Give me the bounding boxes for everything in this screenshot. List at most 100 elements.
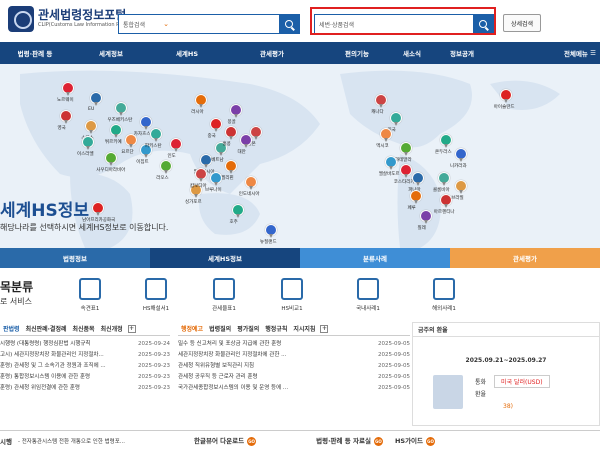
nav-all-menu[interactable]: 전체메뉴 ☰ xyxy=(492,42,600,64)
country-pin[interactable] xyxy=(92,202,104,216)
nav-disclosure[interactable]: 정보공개 xyxy=(432,42,492,64)
country-pin[interactable] xyxy=(500,89,512,103)
more-icon[interactable]: + xyxy=(127,324,136,333)
detail-search-button[interactable]: 상세검색 xyxy=(503,14,541,32)
panel-latest-laws: 판법령 최신판례·결정례 최신품목 최신개정 + 시행령 (대통령령) 행정심판… xyxy=(0,322,170,394)
nav-convenience[interactable]: 편의기능 xyxy=(322,42,392,64)
list-item[interactable]: 훈령) 통합정보시스템 이용에 관한 훈령 2025-09-23 xyxy=(0,372,170,383)
nav-news[interactable]: 새소식 xyxy=(392,42,432,64)
country-pin[interactable] xyxy=(230,104,242,118)
service-foreign-cases[interactable]: 해외사례1 xyxy=(420,278,468,312)
tab-latest-cases[interactable]: 최신판례·결정례 xyxy=(23,324,70,333)
list-item[interactable]: 밀수 등 신고처리 및 포상금 지급에 관한 훈령 2025-09-05 xyxy=(178,339,410,350)
country-pin-label: 라오스 xyxy=(156,176,169,181)
nav-world-info[interactable]: 세계정보 xyxy=(70,42,152,64)
country-pin[interactable] xyxy=(410,190,422,204)
country-pin[interactable] xyxy=(210,118,222,132)
country-pin[interactable] xyxy=(150,128,162,142)
country-pin[interactable] xyxy=(250,126,262,140)
country-pin[interactable] xyxy=(90,92,102,106)
country-pin[interactable] xyxy=(225,160,237,174)
currency-select[interactable]: 미국 달러(USD) xyxy=(494,375,550,388)
country-pin[interactable] xyxy=(232,204,244,218)
logo[interactable]: 관세법령정보포털 CLIP(Customs Law Information Po… xyxy=(8,6,132,32)
country-pin[interactable] xyxy=(125,134,137,148)
tab-world-hs[interactable]: 세계HS정보 xyxy=(150,248,300,268)
country-pin[interactable] xyxy=(110,124,122,138)
service-tariff[interactable]: 관세율표1 xyxy=(200,278,248,312)
country-pin[interactable] xyxy=(62,82,74,96)
country-pin[interactable] xyxy=(105,152,117,166)
list-item[interactable]: 시행령 (대통령령) 행정심판법 시행규칙 2025-09-24 xyxy=(0,339,170,350)
country-pin[interactable] xyxy=(440,134,452,148)
country-pin[interactable] xyxy=(385,156,397,170)
search-scope-select[interactable]: 통합검색 ⌄ xyxy=(119,15,173,33)
country-pin[interactable] xyxy=(412,172,424,186)
search-button[interactable] xyxy=(279,14,299,34)
tab-valuation-query[interactable]: 평가질의 xyxy=(234,324,262,333)
country-pin[interactable] xyxy=(200,154,212,168)
tab-latest-items[interactable]: 최신품목 xyxy=(69,324,97,333)
nav-customs-valuation[interactable]: 관세평가 xyxy=(222,42,322,64)
hangul-viewer-link[interactable]: 한글뷰어 다운로드 GO xyxy=(194,435,257,446)
service-domestic-cases[interactable]: 국내사례1 xyxy=(344,278,392,312)
tab-directives[interactable]: 지시지침 xyxy=(290,324,318,333)
country-pin[interactable] xyxy=(245,176,257,190)
country-pin[interactable] xyxy=(440,194,452,208)
notice-text[interactable]: - 전자통관시스템 전환 개통으로 인한 법령포... xyxy=(18,437,164,445)
tab-valuation[interactable]: 관세평가 xyxy=(450,248,600,268)
tab-admin-rules[interactable]: 행정규칙 xyxy=(262,324,290,333)
integrated-search-input[interactable] xyxy=(173,15,279,33)
hs-guide-link[interactable]: HS가이드 GO xyxy=(395,435,436,446)
service-quickview[interactable]: 속견표1 xyxy=(66,278,114,312)
nav-laws[interactable]: 법령·판례 등 xyxy=(0,42,70,64)
list-item-title: 훈령) 관세청 및 그 소속기관 정원과 조직에 ... xyxy=(0,363,106,369)
country-pin[interactable] xyxy=(240,134,252,148)
country-pin[interactable] xyxy=(195,94,207,108)
list-item[interactable]: 고시) 세관지정장치장 화물관리인 지정절차... 2025-09-23 xyxy=(0,350,170,361)
country-pin[interactable] xyxy=(115,102,127,116)
list-item[interactable]: 세관지정장치장 화물관리인 지정절차에 관한 ... 2025-09-05 xyxy=(178,350,410,361)
country-pin[interactable] xyxy=(210,172,222,186)
service-hs-commentary[interactable]: HS해설서1 xyxy=(132,278,180,312)
country-pin[interactable] xyxy=(438,172,450,186)
country-pin-label: 과테말라 xyxy=(395,158,412,163)
country-pin[interactable] xyxy=(375,94,387,108)
list-item[interactable]: 국가관세종합정보시스템의 이용 및 운영 등에 ... 2025-09-05 xyxy=(178,383,410,394)
country-pin[interactable] xyxy=(380,128,392,142)
country-pin[interactable] xyxy=(85,120,97,134)
service-hs-compare[interactable]: HS비교1 xyxy=(268,278,316,312)
country-pin[interactable] xyxy=(225,126,237,140)
list-item[interactable]: 관세청 공무직 등 근로자 관리 훈령 2025-09-05 xyxy=(178,372,410,383)
country-pin[interactable] xyxy=(400,142,412,156)
country-pin[interactable] xyxy=(390,112,402,126)
country-pin[interactable] xyxy=(60,110,72,124)
tab-admin-notice[interactable]: 행정예고 xyxy=(178,324,206,333)
country-pin[interactable] xyxy=(82,136,94,150)
more-icon[interactable]: + xyxy=(320,324,329,333)
tab-latest-revisions[interactable]: 최신개정 xyxy=(98,324,126,333)
tab-latest-laws[interactable]: 판법령 xyxy=(0,324,23,333)
country-pin[interactable] xyxy=(170,138,182,152)
service-subtitle: 로 서비스 xyxy=(0,297,32,306)
archive-link[interactable]: 법령·판례 등 자료실 GO xyxy=(316,435,383,446)
country-pin-label: 인도네시아 xyxy=(238,192,260,197)
country-pin[interactable] xyxy=(160,160,172,174)
nav-world-hs[interactable]: 세계HS xyxy=(152,42,222,64)
country-pin[interactable] xyxy=(400,164,412,178)
country-pin[interactable] xyxy=(195,168,207,182)
country-pin[interactable] xyxy=(140,116,152,130)
menu-icon: ☰ xyxy=(590,49,596,57)
list-item-date: 2025-09-24 xyxy=(138,341,170,347)
list-item[interactable]: 훈령) 관세청 위임전결에 관한 훈령 2025-09-23 xyxy=(0,383,170,394)
list-item[interactable]: 훈령) 관세청 및 그 소속기관 정원과 조직에 ... 2025-09-23 xyxy=(0,361,170,372)
tab-law-query[interactable]: 법령질의 xyxy=(206,324,234,333)
list-item[interactable]: 관세청 직위유형별 보직관리 지침 2025-09-05 xyxy=(178,361,410,372)
country-pin[interactable] xyxy=(455,148,467,162)
tab-classification[interactable]: 분류사례 xyxy=(300,248,450,268)
country-pin-label: 페루 xyxy=(407,206,416,211)
country-pin[interactable] xyxy=(420,210,432,224)
country-pin[interactable] xyxy=(265,224,277,238)
tab-law-info[interactable]: 법령정보 xyxy=(0,248,150,268)
country-pin[interactable] xyxy=(455,180,467,194)
